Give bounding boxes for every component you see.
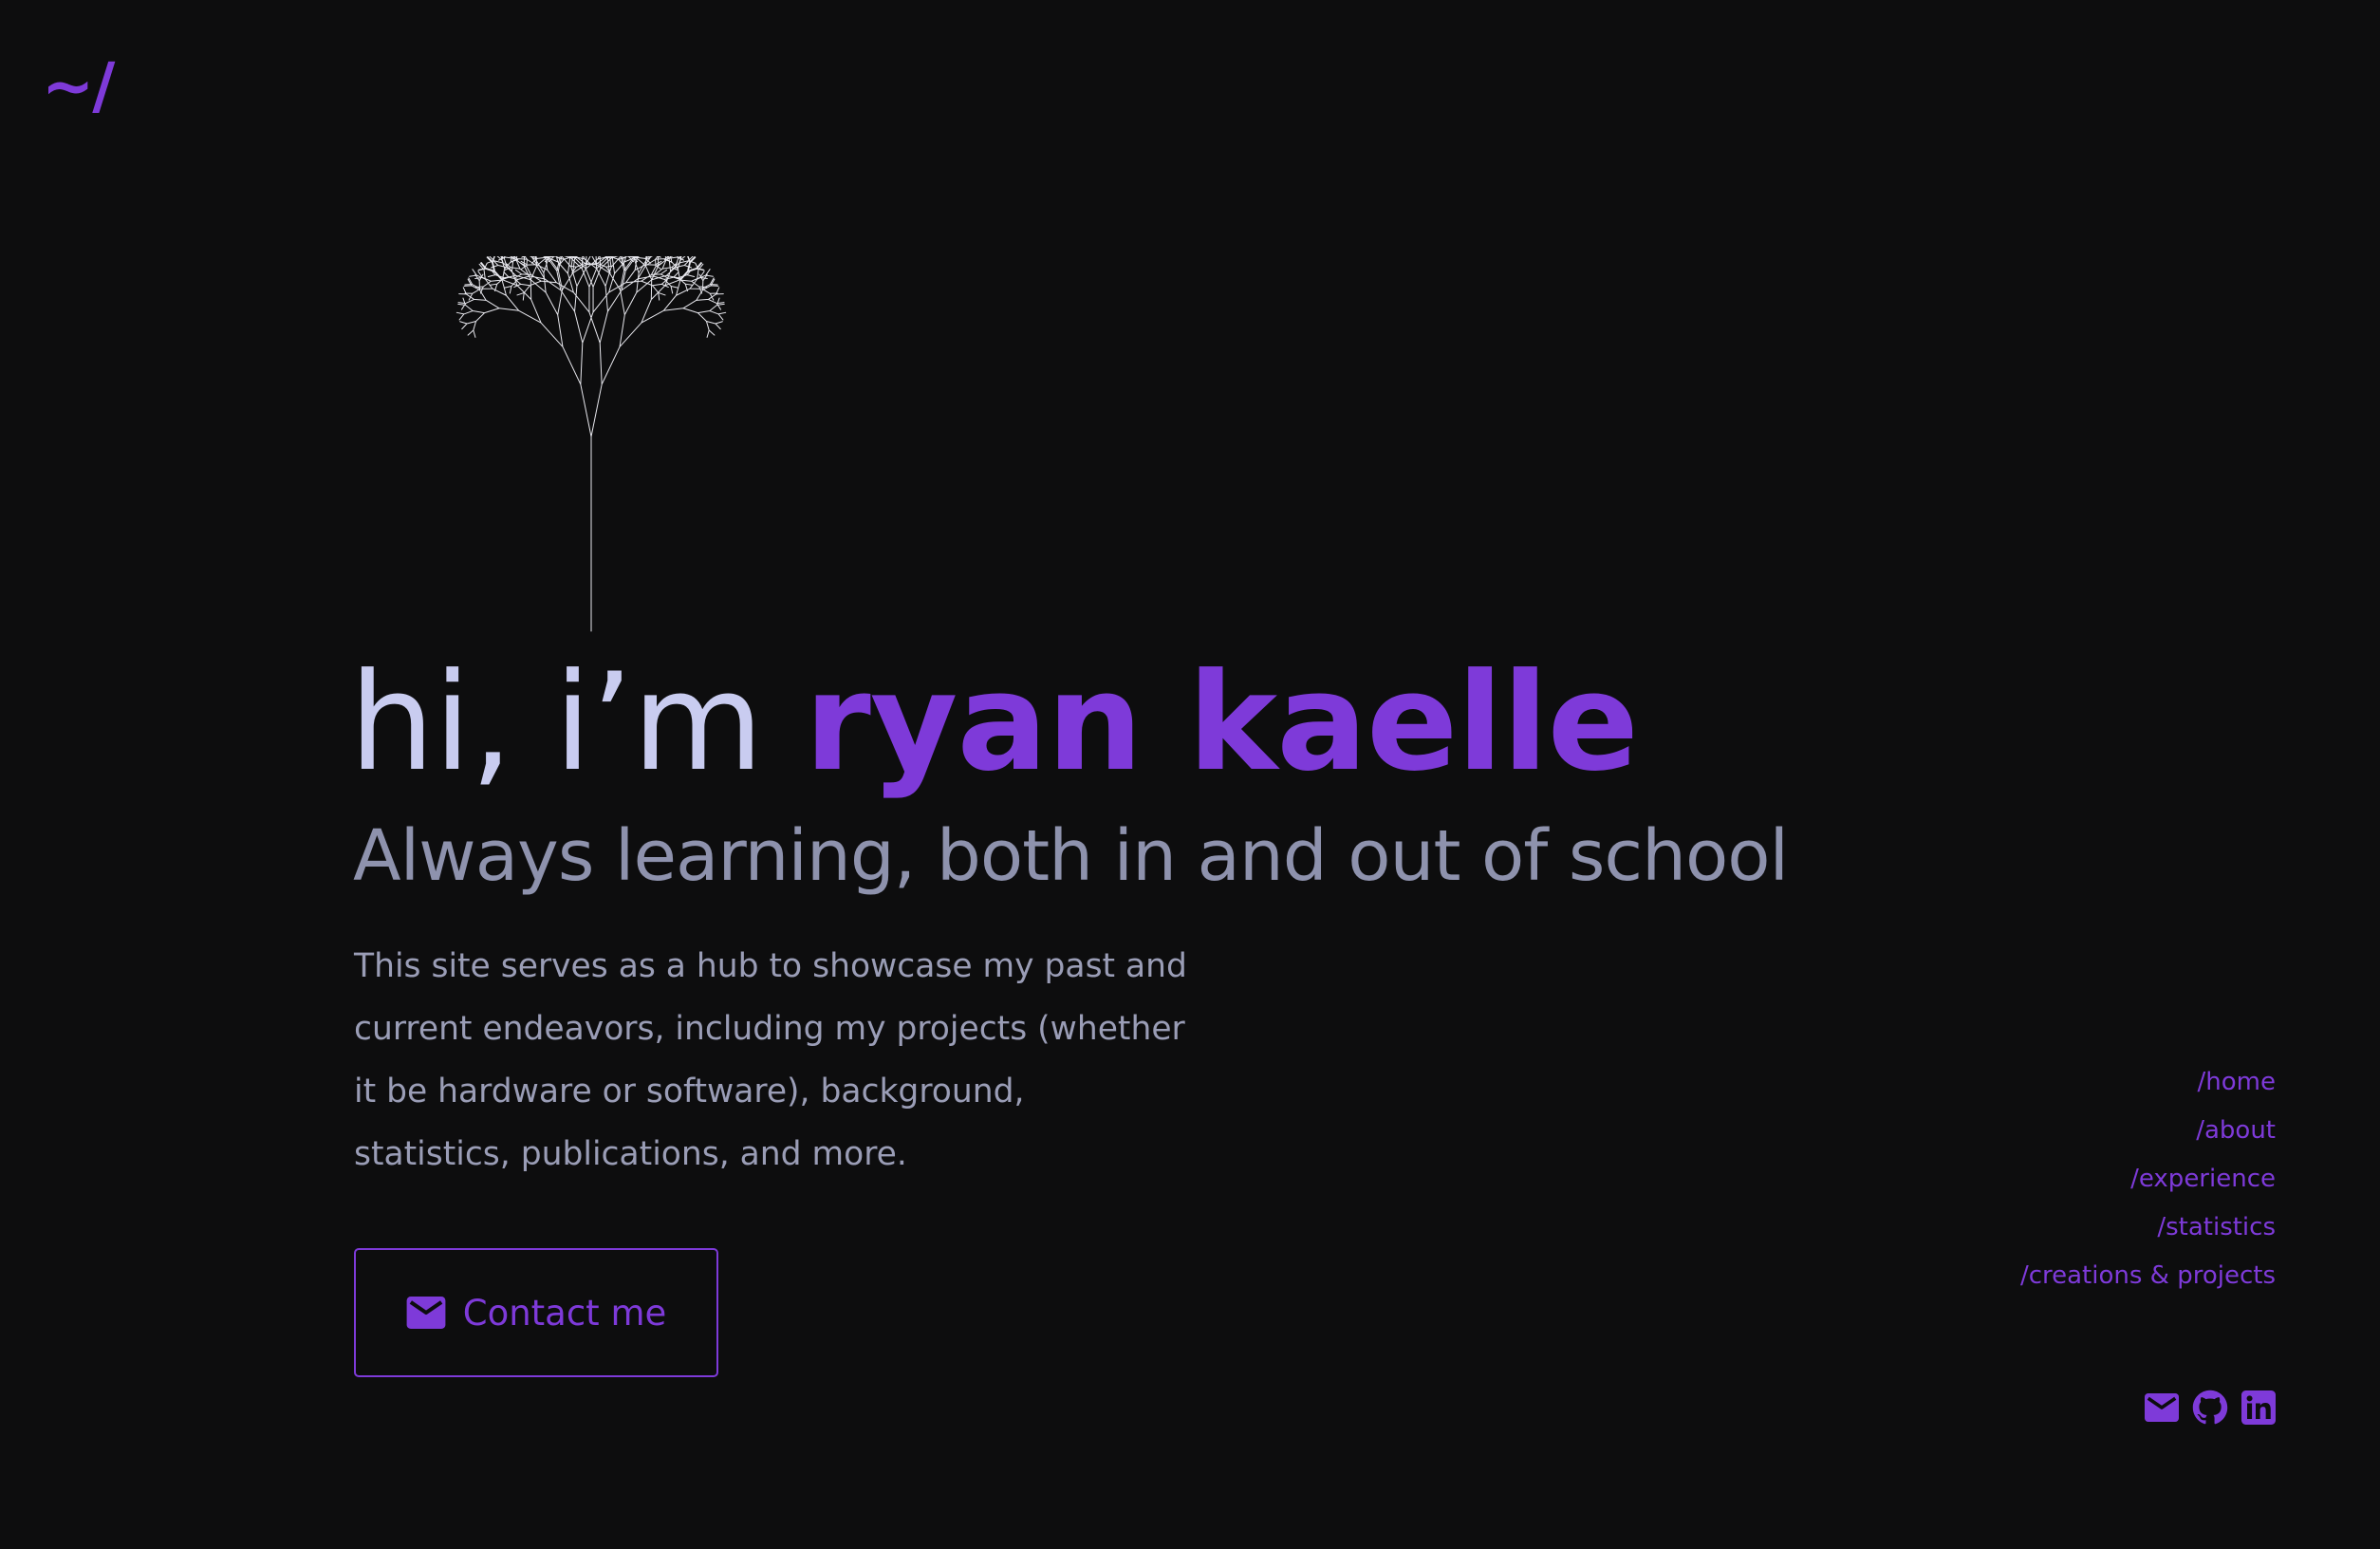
nav-link-creations-projects[interactable]: /creations & projects: [2020, 1252, 2276, 1300]
intro-paragraph: This site serves as a hub to showcase my…: [354, 947, 1187, 1173]
hero-heading: hi, i’m ryan kaelle: [349, 644, 1639, 801]
nav-link-about[interactable]: /about: [2196, 1107, 2276, 1155]
social-links: [2145, 1390, 2276, 1426]
greeting-text: hi, i’m: [349, 644, 805, 801]
contact-me-button[interactable]: Contact me: [354, 1248, 718, 1377]
fractal-tree-graphic: [456, 256, 727, 632]
mail-icon[interactable]: [2145, 1393, 2179, 1422]
github-icon[interactable]: [2192, 1390, 2228, 1426]
side-navigation: /home /about /experience /statistics /cr…: [2020, 1058, 2276, 1300]
home-logo-link[interactable]: ~/: [42, 55, 115, 118]
name-text: ryan kaelle: [804, 644, 1639, 801]
linkedin-icon[interactable]: [2241, 1390, 2276, 1425]
mail-icon: [406, 1297, 446, 1329]
nav-link-experience[interactable]: /experience: [2130, 1155, 2276, 1204]
contact-me-label: Contact me: [462, 1292, 667, 1334]
nav-link-statistics[interactable]: /statistics: [2157, 1204, 2276, 1252]
hero-subtitle: Always learning, both in and out of scho…: [353, 815, 1789, 897]
nav-link-home[interactable]: /home: [2198, 1058, 2276, 1107]
